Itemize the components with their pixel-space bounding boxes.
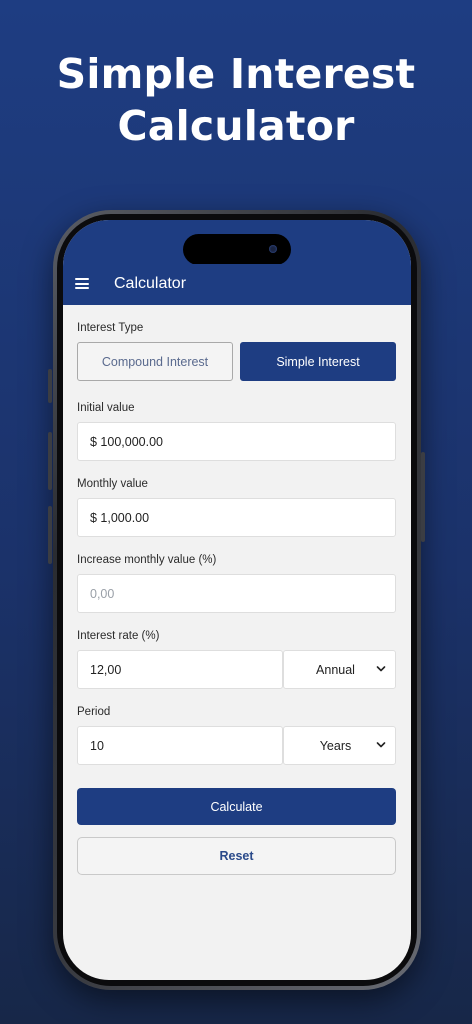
monthly-value-text: $ 1,000.00 <box>90 510 150 525</box>
interest-rate-input[interactable]: 12,00 <box>77 650 283 689</box>
period-unit-select[interactable]: Years <box>283 726 396 765</box>
increase-monthly-label: Increase monthly value (%) <box>77 554 217 566</box>
app-screen: Calculator Interest Type Compound Intere… <box>63 220 411 980</box>
initial-value-label: Initial value <box>77 402 135 414</box>
increase-monthly-input[interactable]: 0,00 <box>77 574 396 613</box>
interest-rate-period-value: Annual <box>316 662 355 677</box>
phone-volume-up-button <box>48 432 52 490</box>
promo-title-line-1: Simple Interest <box>56 50 416 98</box>
period-label: Period <box>77 706 111 718</box>
promo-title-line-2: Calculator <box>117 102 355 150</box>
chevron-down-icon <box>376 666 386 672</box>
monthly-value-input[interactable]: $ 1,000.00 <box>77 498 396 537</box>
monthly-value-label: Monthly value <box>77 478 148 490</box>
increase-monthly-placeholder: 0,00 <box>90 586 115 601</box>
app-bar: Calculator <box>63 264 411 305</box>
interest-rate-period-select[interactable]: Annual <box>283 650 396 689</box>
phone-mute-switch <box>48 369 52 403</box>
camera-icon <box>269 245 277 253</box>
initial-value-input[interactable]: $ 100,000.00 <box>77 422 396 461</box>
phone-power-button <box>421 452 425 542</box>
period-text: 10 <box>90 738 104 753</box>
period-input[interactable]: 10 <box>77 726 283 765</box>
reset-button[interactable]: Reset <box>77 837 396 875</box>
interest-rate-label: Interest rate (%) <box>77 630 160 642</box>
interest-rate-text: 12,00 <box>90 662 122 677</box>
interest-type-label: Interest Type <box>77 322 144 334</box>
period-unit-value: Years <box>319 738 352 753</box>
promo-title: Simple Interest Calculator <box>0 48 472 152</box>
dynamic-island <box>183 234 291 265</box>
app-title: Calculator <box>114 275 187 292</box>
hamburger-menu-icon[interactable] <box>75 278 89 289</box>
calculate-button[interactable]: Calculate <box>77 788 396 825</box>
initial-value-text: $ 100,000.00 <box>90 434 163 449</box>
simple-interest-toggle[interactable]: Simple Interest <box>240 342 396 381</box>
phone-volume-down-button <box>48 506 52 564</box>
chevron-down-icon <box>376 742 386 748</box>
compound-interest-toggle[interactable]: Compound Interest <box>77 342 233 381</box>
